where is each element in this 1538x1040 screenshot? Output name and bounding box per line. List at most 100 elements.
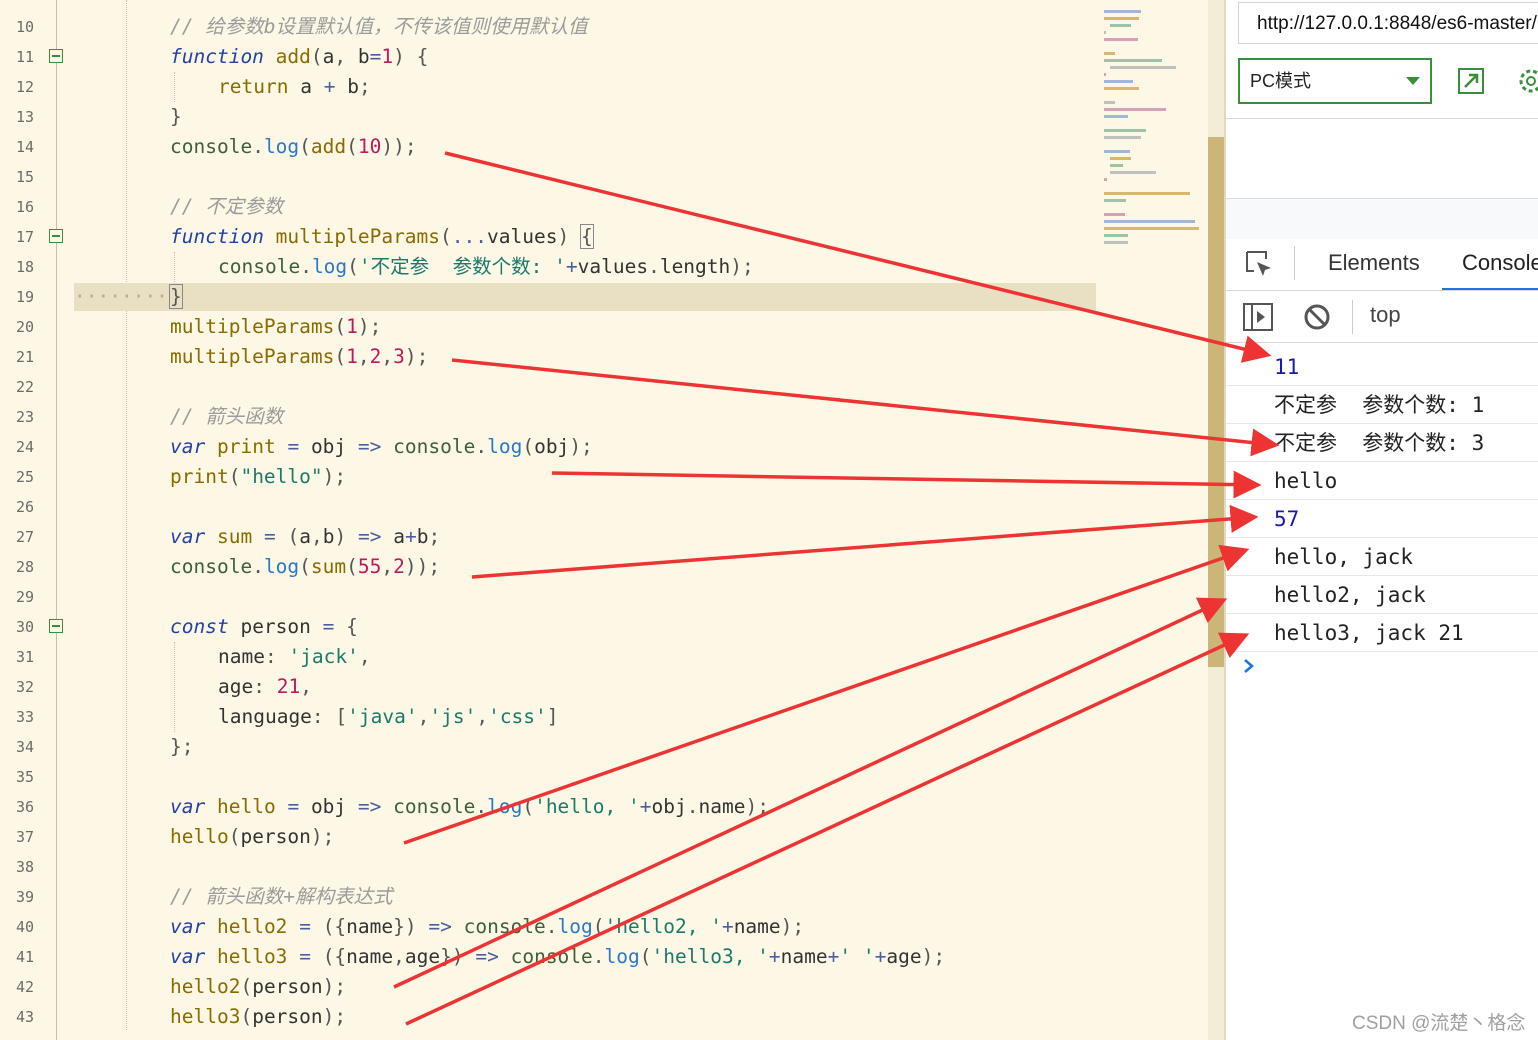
code-line[interactable]: 43 hello3(person); [0,1002,1224,1032]
minimap-line [1104,150,1130,153]
minimap-line [1104,87,1140,90]
fold-toggle-icon[interactable] [49,229,63,243]
code-line[interactable]: 33 language: ['java','js','css'] [0,702,1224,732]
line-number: 30 [15,618,34,636]
code-text: // 箭头函数+解构表达式 [170,885,393,908]
code-line[interactable]: 25 print("hello"); [0,462,1224,492]
minimap-line [1110,66,1176,69]
code-text: console.log(add(10)); [170,135,417,158]
code-line[interactable]: 35 [0,762,1224,792]
console-message: 11 [1274,355,1300,379]
gear-icon[interactable] [1516,66,1538,96]
line-number: 16 [15,198,34,216]
code-line[interactable]: 29 [0,582,1224,612]
code-line[interactable]: 12 return a + b; [0,72,1224,102]
line-number: 11 [15,48,34,66]
line-number: 37 [15,828,34,846]
tab-console[interactable]: Console [1442,238,1538,291]
minimap-line [1104,178,1108,181]
context-selector[interactable]: top [1370,302,1401,328]
sidebar-toggle-icon[interactable] [1242,302,1274,332]
url-bar[interactable]: http://127.0.0.1:8848/es6-master/ [1238,2,1538,44]
line-number: 14 [15,138,34,156]
code-line[interactable]: 14 console.log(add(10)); [0,132,1224,162]
line-number: 26 [15,498,34,516]
line-number: 21 [15,348,34,366]
code-line[interactable]: 11 function add(a, b=1) { [0,42,1224,72]
code-line[interactable]: 21 multipleParams(1,2,3); [0,342,1224,372]
code-text: multipleParams(1,2,3); [170,345,429,368]
code-text: hello(person); [170,825,335,848]
view-mode-select[interactable]: PC模式 [1238,58,1432,104]
code-editor[interactable]: 10 // 给参数b设置默认值，不传该值则使用默认值 11 function add(… [0,0,1224,1040]
console-message: hello [1274,469,1338,493]
code-line[interactable]: 30 const person = { [0,612,1224,642]
code-line[interactable]: 41 var hello3 = ({name,age}) => console.l… [0,942,1224,972]
code-line[interactable]: 26 [0,492,1224,522]
line-number: 17 [15,228,34,246]
tab-elements[interactable]: Elements [1328,238,1420,288]
code-text: hello2(person); [170,975,347,998]
line-number: 38 [15,858,34,876]
minimap-line [1104,101,1116,104]
console-message: hello2, jack [1274,583,1426,607]
code-line[interactable]: 40 var hello2 = ({name}) => console.log('… [0,912,1224,942]
code-line[interactable]: 39 // 箭头函数+解构表达式 [0,882,1224,912]
code-line[interactable]: 22 [0,372,1224,402]
code-line[interactable]: 36 var hello = obj => console.log('hello,… [0,792,1224,822]
divider [1226,290,1538,291]
code-text: var hello3 = ({name,age}) => console.log… [170,945,946,968]
line-number: 18 [15,258,34,276]
code-line[interactable]: 16 // 不定参数 [0,192,1224,222]
code-line[interactable]: 17 function multipleParams(...values) { [0,222,1224,252]
minimap-line [1104,220,1196,223]
devtools-resize-bar[interactable] [1226,198,1538,239]
clear-console-icon[interactable] [1302,302,1332,332]
code-line[interactable]: 15 [0,162,1224,192]
divider [1226,342,1538,343]
code-line[interactable]: 34}; [0,732,1224,762]
code-line[interactable]: 31 name: 'jack', [0,642,1224,672]
inspect-element-icon[interactable] [1244,249,1274,279]
minimap-line [1104,17,1140,20]
code-line[interactable]: 38 [0,852,1224,882]
minimap[interactable] [1098,10,1208,290]
code-text: language: ['java','js','css'] [218,705,559,728]
current-line-highlight [74,283,1096,311]
whitespace-dots: ········ [74,285,168,308]
fold-toggle-icon[interactable] [49,49,63,63]
code-line[interactable]: 23 // 箭头函数 [0,402,1224,432]
code-line[interactable]: 32 age: 21, [0,672,1224,702]
line-number: 27 [15,528,34,546]
code-line[interactable]: 37 hello(person); [0,822,1224,852]
open-external-icon[interactable] [1456,66,1486,96]
line-number: 13 [15,108,34,126]
code-line[interactable]: 24 var print = obj => console.log(obj); [0,432,1224,462]
minimap-line [1110,164,1123,167]
code-line[interactable]: 42 hello2(person); [0,972,1224,1002]
code-line[interactable]: 10 // 给参数b设置默认值，不传该值则使用默认值 [0,12,1224,42]
message-divider [1226,651,1538,652]
code-line[interactable]: 27 var sum = (a,b) => a+b; [0,522,1224,552]
watermark: CSDN @流楚丶格念 [1352,1013,1526,1034]
code-line[interactable]: 28 console.log(sum(55,2)); [0,552,1224,582]
code-text: hello3(person); [170,1005,347,1028]
fold-toggle-icon[interactable] [49,619,63,633]
code-line[interactable]: 18 console.log('不定参 参数个数: '+values.length… [0,252,1224,282]
code-line[interactable]: 19 ········} [0,282,1224,312]
code-text: // 不定参数 [170,195,284,218]
console-message: hello3, jack 21 [1274,621,1464,645]
console-message: 不定参 参数个数: 1 [1274,393,1485,417]
minimap-line [1104,73,1106,76]
minimap-line [1104,241,1128,244]
line-number: 23 [15,408,34,426]
code-line[interactable]: 13} [0,102,1224,132]
message-divider [1226,499,1538,500]
line-number: 43 [15,1008,34,1026]
code-line[interactable]: 20 multipleParams(1); [0,312,1224,342]
line-number: 22 [15,378,34,396]
line-number: 12 [15,78,34,96]
line-number: 39 [15,888,34,906]
line-number: 42 [15,978,34,996]
console-prompt-icon[interactable] [1242,656,1256,676]
